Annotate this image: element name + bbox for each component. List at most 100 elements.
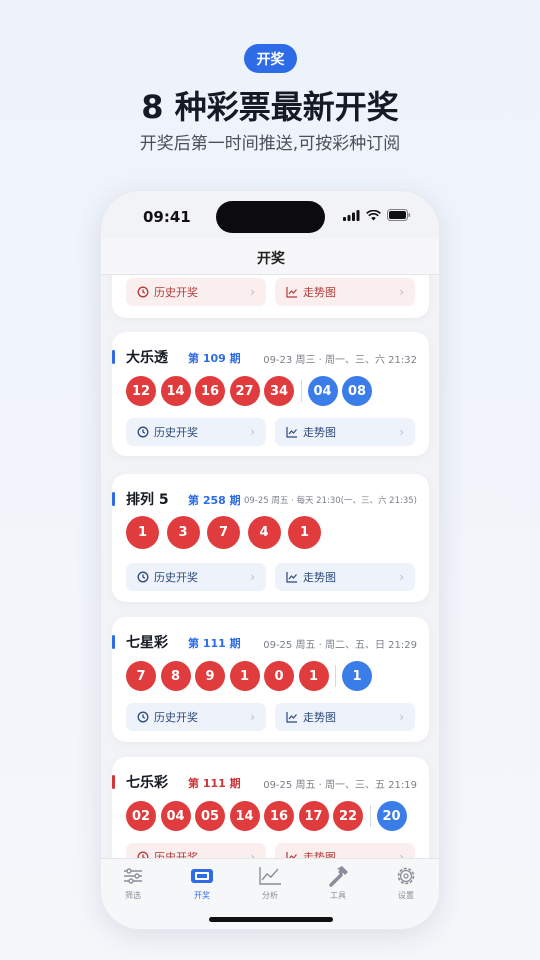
chevron-right-icon: › (399, 710, 404, 724)
signal-icon (343, 209, 360, 221)
blue-ball: 08 (342, 376, 372, 406)
trend-button[interactable]: 走势图 › (275, 843, 415, 858)
chevron-right-icon: › (250, 285, 255, 299)
red-ball: 12 (126, 376, 156, 406)
history-label: 历史开奖 (154, 571, 198, 584)
history-label: 历史开奖 (154, 851, 198, 858)
ball-separator (335, 665, 336, 687)
lottery-card[interactable]: 七星彩第 111 期 09-25 周五 · 周二、五、日 21:29 7 8 9 1 0 1 1… (112, 617, 429, 742)
red-ball: 4 (247, 516, 281, 549)
phone-frame: 09:41 开奖 历史开奖 › 走势图 › 大乐透 第 109 期 09-23 周三… (100, 190, 440, 930)
card-accent-bar (112, 350, 115, 364)
promo-headline: 8 种彩票最新开奖 (141, 88, 399, 126)
history-icon (137, 571, 149, 583)
red-ball: 0 (264, 661, 294, 691)
hammer-icon (329, 866, 348, 887)
chevron-right-icon: › (250, 570, 255, 584)
draw-schedule: 09-25 周五 · 周一、三、五 21:19 (263, 780, 417, 791)
red-ball: 7 (207, 516, 240, 549)
lottery-card[interactable]: 大乐透 第 109 期 09-23 周三 · 周一、三、六 21:32 12 14 16 2… (112, 332, 429, 456)
lottery-card-partial: 历史开奖 › 走势图 › (112, 275, 429, 318)
status-bar: 09:41 (101, 191, 439, 239)
tab-settings[interactable]: 设置 (386, 865, 426, 901)
tab-analysis[interactable]: 分析 (250, 865, 290, 901)
battery-icon (387, 209, 411, 221)
chevron-right-icon: › (399, 285, 404, 299)
red-ball: 02 (126, 801, 156, 831)
history-label: 历史开奖 (154, 711, 198, 724)
tab-filter[interactable]: 筛选 (113, 865, 153, 901)
history-label: 历史开奖 (154, 286, 198, 299)
trend-icon (286, 572, 297, 583)
red-ball: 34 (264, 376, 294, 406)
red-ball: 1 (288, 516, 321, 549)
history-icon (137, 711, 149, 723)
history-icon (137, 426, 149, 438)
lottery-card[interactable]: 排列 5 第 258 期 09-25 周五 · 每天 21:30(一、三、六 21:… (112, 474, 429, 602)
trend-button[interactable]: 走势图 › (275, 703, 415, 731)
red-ball: 9 (195, 661, 225, 691)
tab-label: 分析 (262, 891, 278, 900)
lottery-card[interactable]: 七乐彩第 111 期 09-25 周五 · 周一、三、五 21:19 02 04 05 1… (112, 757, 429, 858)
tab-label: 筛选 (125, 891, 141, 900)
tab-label: 设置 (398, 891, 414, 900)
lottery-name: 排列 5 (126, 492, 169, 508)
red-ball: 14 (229, 801, 260, 831)
ball-separator (300, 380, 302, 402)
trend-icon (286, 712, 297, 723)
history-button[interactable]: 历史开奖 › (126, 703, 266, 731)
trend-button[interactable]: 走势图 › (275, 418, 415, 446)
history-label: 历史开奖 (154, 426, 198, 439)
issue-number: 第 111 期 (188, 777, 241, 790)
draw-schedule: 09-23 周三 · 周一、三、六 21:32 (263, 355, 417, 366)
gear-icon (397, 867, 415, 885)
trend-icon (286, 427, 297, 438)
tab-label: 工具 (330, 891, 346, 900)
red-ball: 14 (160, 376, 191, 406)
tab-tools[interactable]: 工具 (318, 865, 358, 901)
red-ball: 17 (298, 801, 329, 831)
history-button[interactable]: 历史开奖 › (126, 418, 266, 446)
trend-label: 走势图 (303, 571, 336, 584)
promo-subline: 开奖后第一时间推送,可按彩种订阅 (139, 134, 401, 154)
red-ball: 04 (160, 801, 191, 831)
draw-schedule: 09-25 周五 · 周二、五、日 21:29 (263, 640, 417, 651)
history-button[interactable]: 历史开奖 › (126, 843, 266, 858)
history-button[interactable]: 历史开奖 › (126, 278, 266, 306)
lottery-name: 七乐彩 (126, 775, 168, 791)
red-ball: 7 (126, 661, 156, 691)
chevron-right-icon: › (250, 850, 255, 858)
chevron-right-icon: › (250, 710, 255, 724)
sliders-icon (124, 868, 142, 884)
chart-icon (259, 867, 281, 885)
nav-title: 开奖 (257, 251, 285, 267)
trend-label: 走势图 (303, 711, 336, 724)
promo-badge: 开奖 (244, 44, 297, 73)
results-list[interactable]: 历史开奖 › 走势图 › 大乐透 第 109 期 09-23 周三 · 周一、三、六… (101, 275, 439, 858)
trend-label: 走势图 (303, 851, 336, 858)
winning-numbers: 02 04 05 14 16 17 22 20 (126, 801, 411, 831)
trend-icon (286, 287, 297, 298)
issue-number: 第 258 期 (188, 494, 241, 507)
tab-draw[interactable]: 开奖 (182, 865, 222, 901)
blue-ball: 1 (342, 661, 372, 691)
blue-ball: 04 (307, 376, 338, 406)
ball-separator (369, 805, 371, 827)
red-ball: 1 (126, 516, 159, 549)
trend-label: 走势图 (303, 286, 336, 299)
red-ball: 05 (195, 801, 225, 831)
trend-button[interactable]: 走势图 › (275, 278, 415, 306)
chevron-right-icon: › (399, 570, 404, 584)
chevron-right-icon: › (399, 850, 404, 858)
winning-numbers: 7891011 (126, 661, 377, 691)
winning-numbers: 12 14 16 27 34 04 08 (126, 376, 377, 406)
nav-bar: 开奖 (101, 239, 439, 275)
red-ball: 8 (160, 661, 191, 691)
lottery-name: 七星彩 (126, 635, 168, 651)
card-accent-bar (112, 492, 115, 506)
history-button[interactable]: 历史开奖 › (126, 563, 266, 591)
home-indicator[interactable] (209, 917, 333, 922)
trend-button[interactable]: 走势图 › (275, 563, 415, 591)
issue-number: 第 109 期 (188, 352, 241, 365)
tab-label: 开奖 (194, 891, 210, 900)
